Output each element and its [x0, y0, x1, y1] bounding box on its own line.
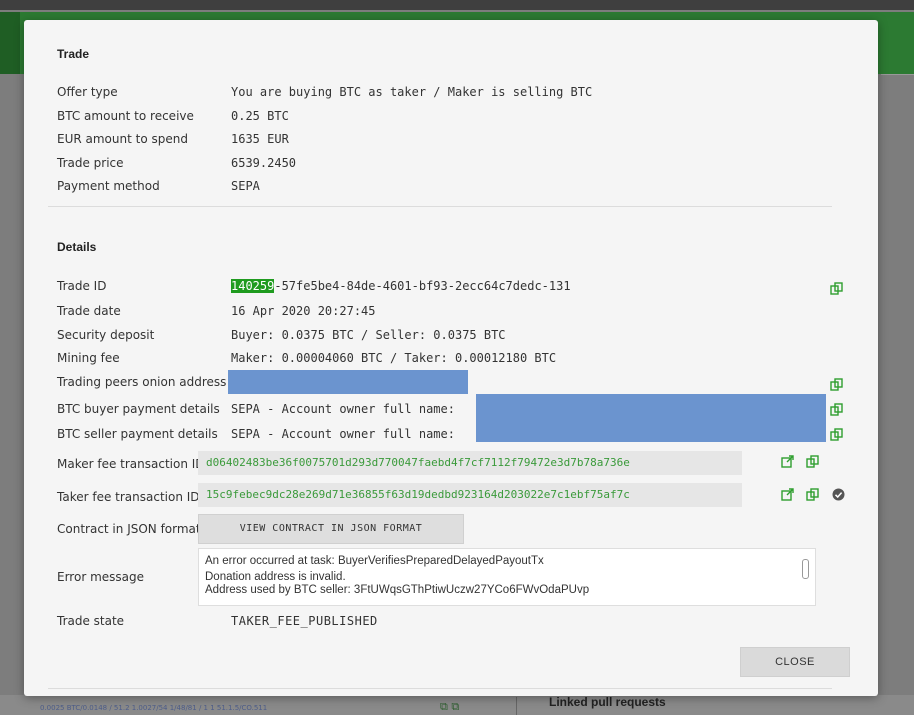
- security-deposit-row: Security deposit Buyer: 0.0375 BTC / Sel…: [57, 327, 857, 347]
- error-line-3: Address used by BTC seller: 3FtUWqsGThPt…: [205, 584, 590, 596]
- taker-fee-label: Taker fee transaction ID: [57, 490, 200, 504]
- open-taker-tx-external-icon[interactable]: [781, 488, 794, 501]
- security-deposit-label: Security deposit: [57, 328, 155, 342]
- mining-fee-label: Mining fee: [57, 351, 120, 365]
- copy-buyer-payment-icon[interactable]: [830, 403, 843, 416]
- seller-payment-label: BTC seller payment details: [57, 427, 218, 441]
- copy-trade-id-icon[interactable]: [830, 282, 843, 295]
- close-button[interactable]: CLOSE: [740, 647, 850, 677]
- confirmed-check-icon: [832, 488, 845, 501]
- trade-id-value[interactable]: 140259-57fe5be4-84de-4601-bf93-2ecc64c7d…: [231, 278, 571, 294]
- onion-address-label: Trading peers onion address: [57, 375, 227, 389]
- taker-fee-txid-field[interactable]: 15c9febec9dc28e269d71e36855f63d19dedbd92…: [198, 483, 742, 507]
- eur-amount-label: EUR amount to spend: [57, 132, 188, 146]
- trade-id-rest: -57fe5be4-84de-4601-bf93-2ecc64c7dedc-13…: [274, 279, 571, 293]
- buyer-payment-row: BTC buyer payment details SEPA - Account…: [57, 394, 857, 442]
- background-green-edge: [0, 12, 20, 74]
- trade-id-label: Trade ID: [57, 279, 107, 293]
- copy-seller-payment-icon[interactable]: [830, 428, 843, 441]
- background-linked-pull-requests: Linked pull requests: [549, 695, 666, 709]
- error-message-textarea[interactable]: An error occurred at task: BuyerVerifies…: [198, 548, 816, 606]
- trade-state-label: Trade state: [57, 614, 125, 628]
- buyer-payment-label: BTC buyer payment details: [57, 402, 220, 416]
- background-copy-icons: ⧉ ⧉: [440, 700, 460, 713]
- payment-method-row: Payment method SEPA: [57, 178, 857, 198]
- background-bottom-text: 0.0025 BTC/0.0148 / 51.2 1.0027/54 1/48/…: [40, 704, 268, 712]
- eur-amount-row: EUR amount to spend 1635 EUR: [57, 131, 857, 151]
- seller-payment-value: SEPA - Account owner full name:: [231, 427, 455, 441]
- offer-type-value: You are buying BTC as taker / Maker is s…: [231, 85, 593, 99]
- contract-label: Contract in JSON format: [57, 522, 201, 536]
- details-section-title: Details: [57, 240, 97, 254]
- onion-address-row: Trading peers onion address: [57, 370, 857, 394]
- open-maker-tx-external-icon[interactable]: [781, 455, 794, 468]
- mining-fee-value: Maker: 0.00004060 BTC / Taker: 0.0001218…: [231, 351, 557, 365]
- error-scrollbar[interactable]: [802, 559, 809, 579]
- onion-address-redacted: [228, 370, 468, 394]
- payment-method-label: Payment method: [57, 179, 160, 193]
- trade-state-value: TAKER_FEE_PUBLISHED: [231, 614, 378, 628]
- trade-section-title: Trade: [57, 47, 90, 61]
- background-divider: [881, 74, 914, 75]
- offer-type-row: Offer type You are buying BTC as taker /…: [57, 84, 857, 104]
- copy-taker-txid-icon[interactable]: [806, 488, 819, 501]
- view-contract-json-button[interactable]: VIEW CONTRACT IN JSON FORMAT: [198, 514, 464, 544]
- maker-fee-txid-field[interactable]: d06402483be36f0075701d293d770047faebd4f7…: [198, 451, 742, 475]
- buyer-payment-value: SEPA - Account owner full name:: [231, 402, 455, 416]
- bottom-separator: [48, 688, 832, 689]
- trade-price-row: Trade price 6539.2450: [57, 155, 857, 175]
- btc-amount-label: BTC amount to receive: [57, 109, 194, 123]
- payment-method-value: SEPA: [231, 179, 260, 193]
- error-line-1: An error occurred at task: BuyerVerifies…: [205, 555, 544, 567]
- error-message-label: Error message: [57, 570, 144, 584]
- seller-payment-row: BTC seller payment details SEPA - Accoun…: [57, 426, 857, 446]
- copy-onion-address-icon[interactable]: [830, 378, 843, 391]
- background-vertical-divider: [516, 697, 517, 715]
- background-topbar: [0, 0, 914, 10]
- eur-amount-value: 1635 EUR: [231, 132, 289, 146]
- maker-fee-label: Maker fee transaction ID: [57, 457, 205, 471]
- trade-date-row: Trade date 16 Apr 2020 20:27:45: [57, 303, 857, 323]
- trade-id-row: Trade ID 140259-57fe5be4-84de-4601-bf93-…: [57, 278, 857, 298]
- trade-id-highlight: 140259: [231, 279, 275, 293]
- copy-maker-txid-icon[interactable]: [806, 455, 819, 468]
- btc-amount-row: BTC amount to receive 0.25 BTC: [57, 108, 857, 128]
- section-separator: [48, 206, 832, 207]
- trade-details-dialog: Trade Offer type You are buying BTC as t…: [24, 20, 878, 696]
- trade-price-label: Trade price: [57, 156, 124, 170]
- trade-date-value: 16 Apr 2020 20:27:45: [231, 304, 376, 318]
- trade-state-row: Trade state TAKER_FEE_PUBLISHED: [57, 613, 857, 633]
- trade-date-label: Trade date: [57, 304, 121, 318]
- offer-type-label: Offer type: [57, 85, 118, 99]
- trade-price-value: 6539.2450: [231, 156, 297, 170]
- mining-fee-row: Mining fee Maker: 0.00004060 BTC / Taker…: [57, 350, 857, 370]
- security-deposit-value: Buyer: 0.0375 BTC / Seller: 0.0375 BTC: [231, 328, 506, 342]
- btc-amount-value: 0.25 BTC: [231, 109, 289, 123]
